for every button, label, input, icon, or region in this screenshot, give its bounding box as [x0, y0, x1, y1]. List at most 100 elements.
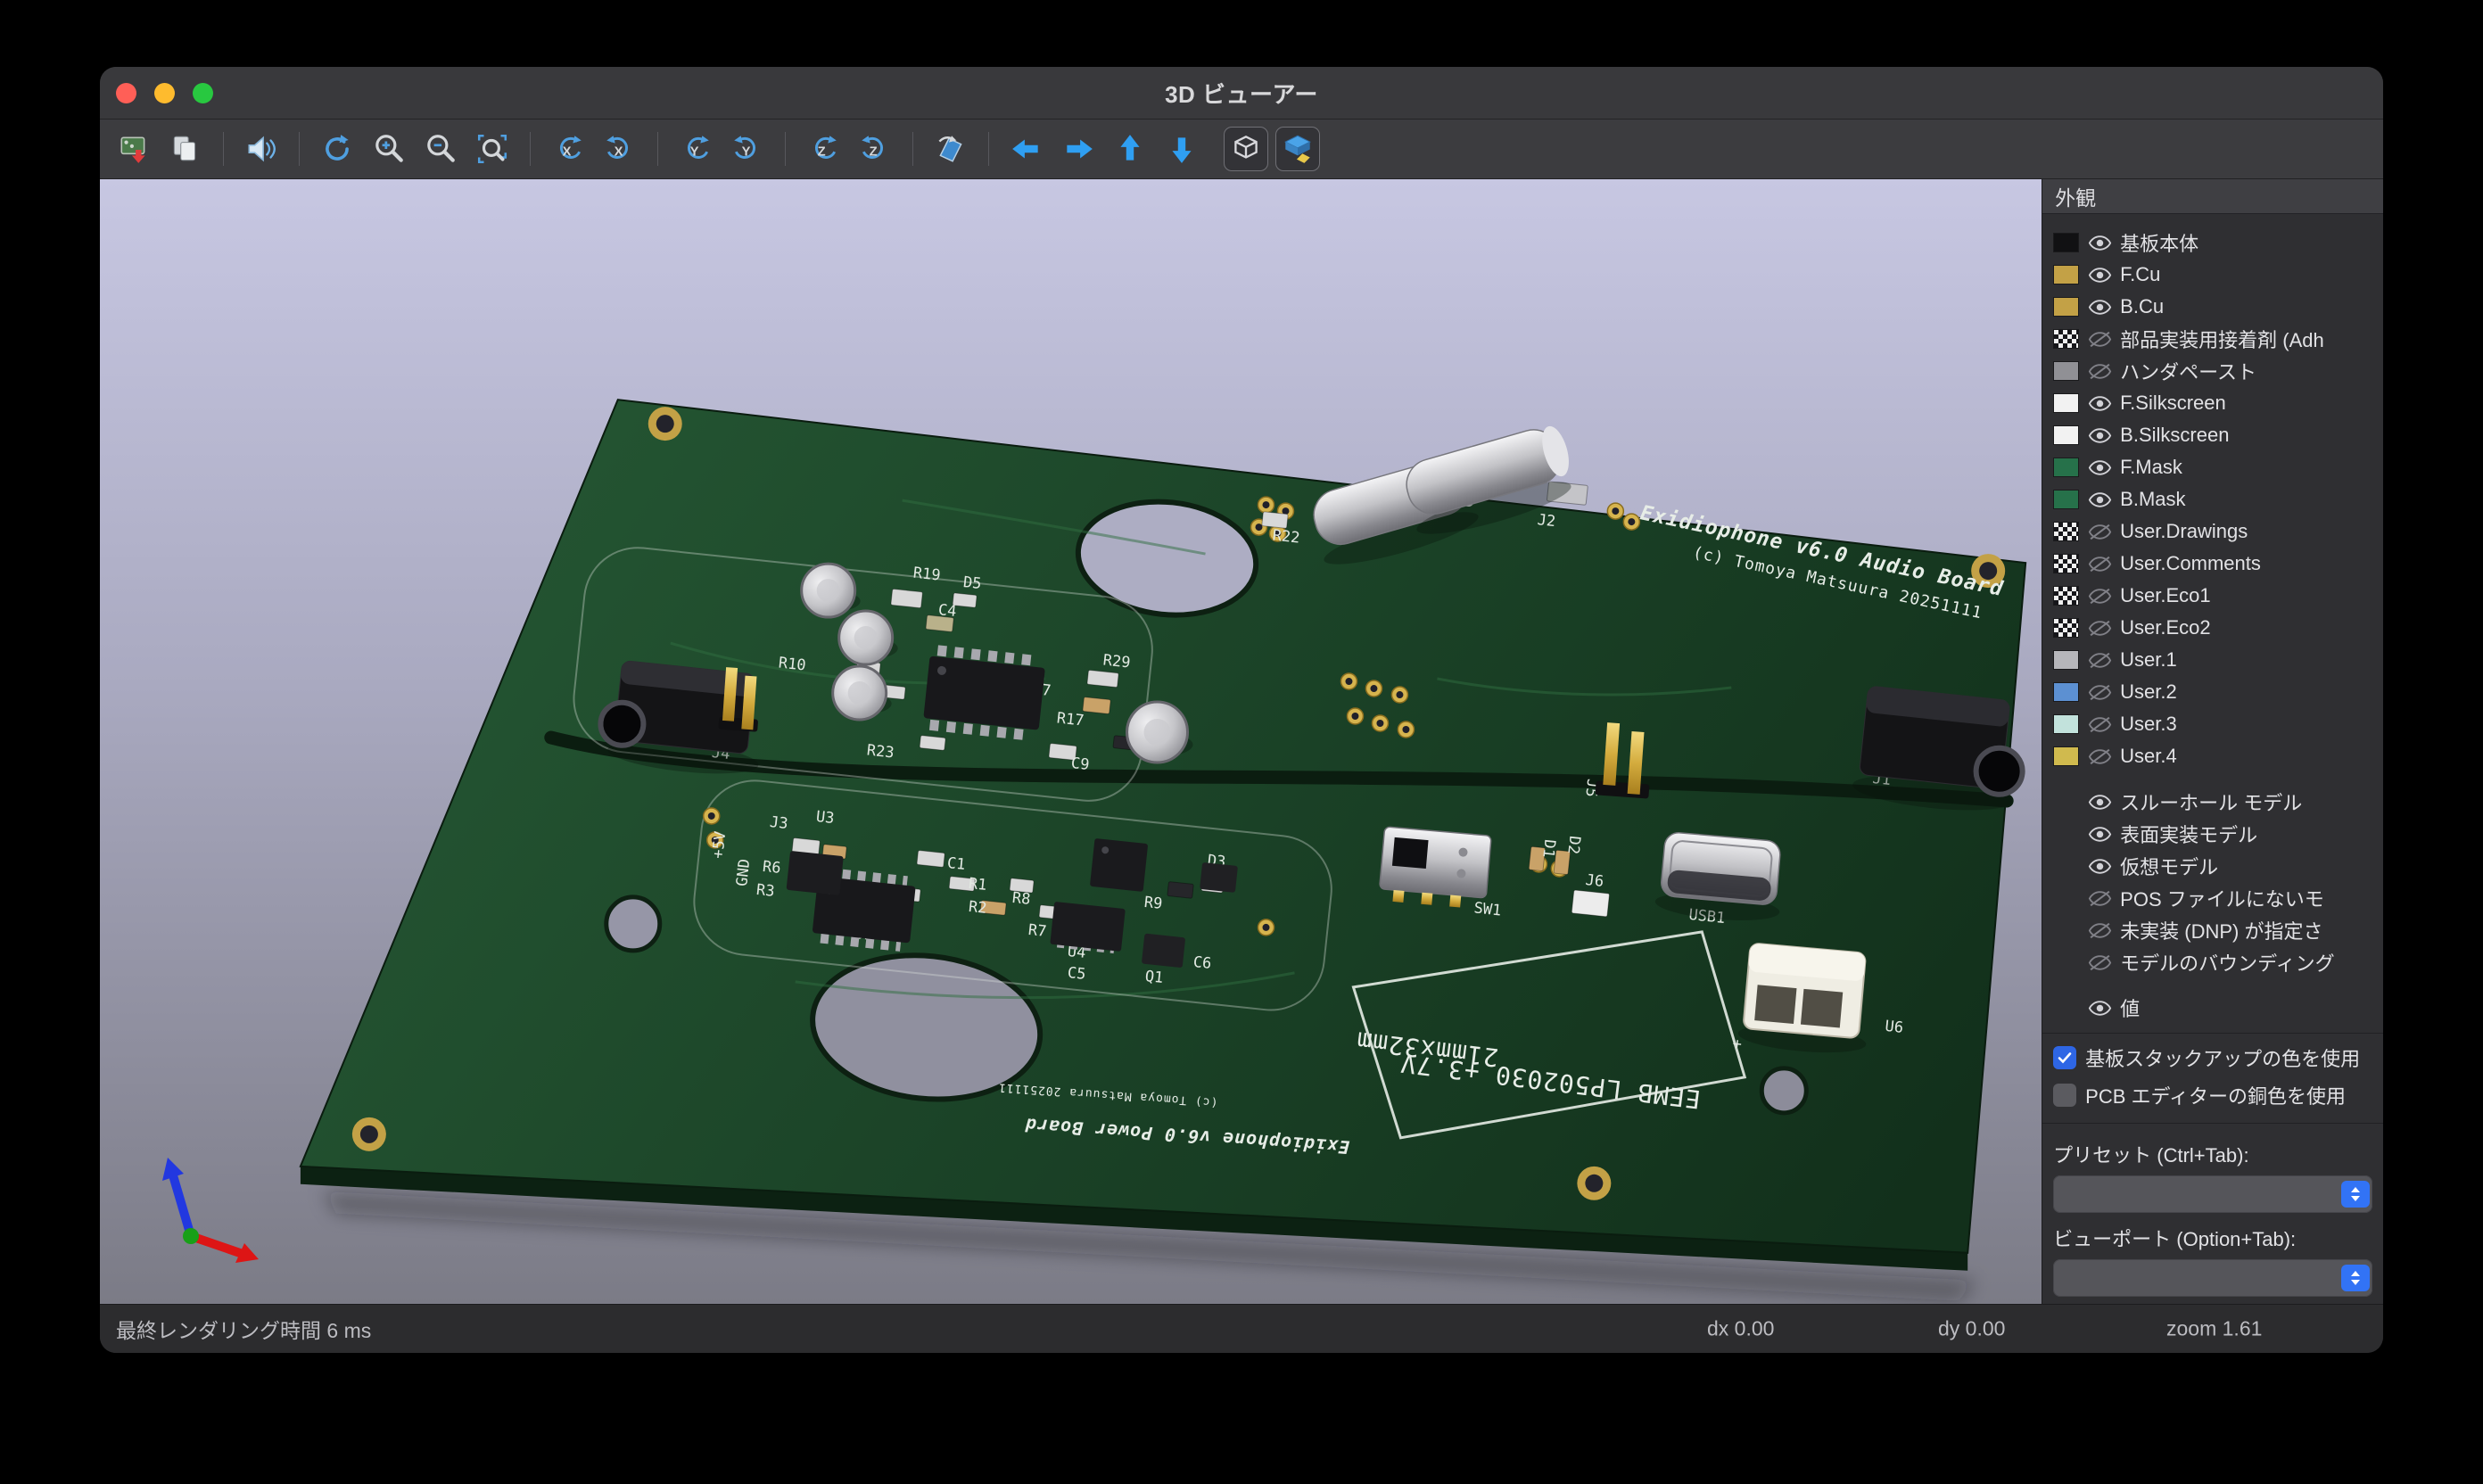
close-button[interactable]: [116, 83, 136, 103]
layer-color-swatch[interactable]: [2053, 490, 2079, 509]
layer-row[interactable]: 未実装 (DNP) が指定さ: [2053, 914, 2376, 946]
layer-row[interactable]: F.Cu: [2053, 259, 2376, 291]
visibility-off-icon[interactable]: [2087, 684, 2112, 701]
layer-row[interactable]: 基板本体: [2053, 227, 2376, 259]
layer-row[interactable]: 仮想モデル: [2053, 850, 2376, 882]
layer-color-swatch[interactable]: [2053, 554, 2079, 573]
layer-row[interactable]: User.Comments: [2053, 548, 2376, 580]
refresh-view-button[interactable]: [316, 128, 359, 170]
visibility-on-icon[interactable]: [2087, 826, 2112, 843]
layer-color-swatch[interactable]: [2053, 746, 2079, 766]
preset-select[interactable]: [2053, 1175, 2372, 1213]
visibility-off-icon[interactable]: [2087, 331, 2112, 348]
pan-down-button[interactable]: [1160, 128, 1203, 170]
layer-row[interactable]: F.Silkscreen: [2053, 387, 2376, 419]
layer-label: POS ファイルにないモ: [2120, 884, 2324, 912]
appearance-layers-button[interactable]: [1276, 128, 1319, 170]
visibility-on-icon[interactable]: [2087, 299, 2112, 316]
layer-color-swatch[interactable]: [2053, 265, 2079, 284]
rotate-z-pos-button[interactable]: Z: [854, 128, 896, 170]
layer-row[interactable]: スルーホール モデル: [2053, 786, 2376, 818]
visibility-off-icon[interactable]: [2087, 652, 2112, 669]
layer-color-swatch[interactable]: [2053, 618, 2079, 638]
layer-row[interactable]: F.Mask: [2053, 451, 2376, 483]
pan-right-button[interactable]: [1057, 128, 1100, 170]
flip-view-button[interactable]: [929, 128, 972, 170]
layer-row[interactable]: ハンダペースト: [2053, 355, 2376, 387]
visibility-off-icon[interactable]: [2087, 954, 2112, 971]
use-pcb-editor-copper-row[interactable]: PCB エディターの銅色を使用: [2042, 1076, 2383, 1114]
visibility-on-icon[interactable]: [2087, 395, 2112, 412]
use-stackup-colors-row[interactable]: 基板スタックアップの色を使用: [2042, 1039, 2383, 1076]
layer-color-swatch[interactable]: [2053, 458, 2079, 477]
layer-row[interactable]: モデルのバウンディング: [2053, 946, 2376, 978]
visibility-on-icon[interactable]: [2087, 427, 2112, 444]
zoom-in-button[interactable]: [367, 128, 410, 170]
visibility-off-icon[interactable]: [2087, 588, 2112, 605]
zoom-out-button[interactable]: [419, 128, 462, 170]
visibility-off-icon[interactable]: [2087, 748, 2112, 765]
layer-color-swatch[interactable]: [2053, 714, 2079, 734]
layer-row[interactable]: User.Eco2: [2053, 612, 2376, 644]
svg-text:C1: C1: [946, 854, 966, 874]
visibility-on-icon[interactable]: [2087, 459, 2112, 476]
layer-row[interactable]: 値: [2053, 992, 2376, 1024]
visibility-on-icon[interactable]: [2087, 491, 2112, 508]
visibility-on-icon[interactable]: [2087, 267, 2112, 284]
layer-color-swatch[interactable]: [2053, 297, 2079, 317]
visibility-on-icon[interactable]: [2087, 235, 2112, 251]
visibility-on-icon[interactable]: [2087, 794, 2112, 811]
layer-row[interactable]: B.Silkscreen: [2053, 419, 2376, 451]
layer-row[interactable]: User.Drawings: [2053, 515, 2376, 548]
zoom-window-button[interactable]: [193, 83, 213, 103]
copy-image-button[interactable]: [164, 128, 207, 170]
layer-row[interactable]: B.Mask: [2053, 483, 2376, 515]
layer-color-swatch[interactable]: [2053, 393, 2079, 413]
layer-row[interactable]: 表面実装モデル: [2053, 818, 2376, 850]
rotate-x-pos-button[interactable]: X: [598, 128, 641, 170]
rotate-y-pos-button[interactable]: Y: [726, 128, 769, 170]
usb-c-connector: [1654, 831, 1786, 925]
visibility-off-icon[interactable]: [2087, 922, 2112, 939]
visibility-off-icon[interactable]: [2087, 890, 2112, 907]
rotate-z-neg-button[interactable]: Z: [802, 128, 845, 170]
layer-row[interactable]: User.Eco1: [2053, 580, 2376, 612]
visibility-off-icon[interactable]: [2087, 524, 2112, 540]
rotate-y-neg-button[interactable]: Y: [674, 128, 717, 170]
use-pcb-editor-copper-checkbox[interactable]: [2053, 1084, 2076, 1107]
layer-color-swatch[interactable]: [2053, 233, 2079, 252]
visibility-off-icon[interactable]: [2087, 556, 2112, 573]
raytracing-button[interactable]: [240, 128, 283, 170]
3d-viewport[interactable]: Exidiophone v6.0 Audio Board(c) Tomoya M…: [100, 179, 2042, 1305]
orthographic-projection-button[interactable]: [1225, 128, 1267, 170]
visibility-off-icon[interactable]: [2087, 716, 2112, 733]
reload-board-button[interactable]: [112, 128, 155, 170]
visibility-on-icon[interactable]: [2087, 858, 2112, 875]
rotate-x-neg-button[interactable]: X: [547, 128, 590, 170]
layer-row[interactable]: User.1: [2053, 644, 2376, 676]
layer-color-swatch[interactable]: [2053, 682, 2079, 702]
zoom-fit-button[interactable]: [471, 128, 514, 170]
visibility-off-icon[interactable]: [2087, 620, 2112, 637]
svg-text:D1: D1: [1538, 838, 1558, 858]
pan-left-button[interactable]: [1005, 128, 1048, 170]
layer-label: User.1: [2120, 648, 2177, 672]
layer-row[interactable]: User.4: [2053, 740, 2376, 772]
layer-color-swatch[interactable]: [2053, 522, 2079, 541]
viewport-select[interactable]: [2053, 1259, 2372, 1297]
visibility-off-icon[interactable]: [2087, 363, 2112, 380]
minimize-button[interactable]: [154, 83, 175, 103]
layer-color-swatch[interactable]: [2053, 586, 2079, 606]
layer-row[interactable]: User.2: [2053, 676, 2376, 708]
layer-color-swatch[interactable]: [2053, 650, 2079, 670]
visibility-on-icon[interactable]: [2087, 1000, 2112, 1017]
layer-color-swatch[interactable]: [2053, 329, 2079, 349]
layer-row[interactable]: POS ファイルにないモ: [2053, 882, 2376, 914]
layer-row[interactable]: B.Cu: [2053, 291, 2376, 323]
pan-up-button[interactable]: [1109, 128, 1151, 170]
use-stackup-colors-checkbox[interactable]: [2053, 1046, 2076, 1069]
layer-color-swatch[interactable]: [2053, 425, 2079, 445]
layer-row[interactable]: User.3: [2053, 708, 2376, 740]
layer-color-swatch[interactable]: [2053, 361, 2079, 381]
layer-row[interactable]: 部品実装用接着剤 (Adh: [2053, 323, 2376, 355]
